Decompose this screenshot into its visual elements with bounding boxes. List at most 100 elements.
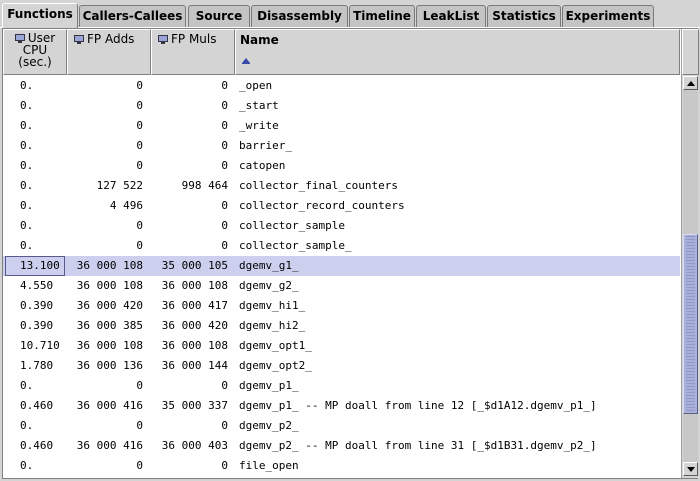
table-row[interactable]: 0.390 36 000 420 36 000 417 dgemv_hi1_ — [3, 296, 680, 316]
table-row[interactable]: 0. 0 0 dgemv_p2_ — [3, 416, 680, 436]
column-header-user-cpu[interactable]: User CPU (sec.) — [3, 29, 67, 75]
table-row[interactable]: 0.460 36 000 416 35 000 337 dgemv_p1_ -- MP… — [3, 396, 680, 416]
table-row[interactable]: 0. 4 496 0 collector_record_counters — [3, 196, 680, 216]
fp-adds-cell: 36 000 416 — [76, 399, 143, 412]
fp-adds-cell: 0 — [136, 419, 143, 432]
scroll-down-button[interactable] — [683, 462, 698, 476]
counter-metric-icon — [158, 35, 168, 44]
user-cpu-header-text: User CPU (sec.) — [8, 32, 62, 68]
table-row[interactable]: 0. 127 522 998 464 collector_final_counters — [3, 176, 680, 196]
function-name-cell: dgemv_opt1_ — [239, 339, 312, 352]
fp-muls-cell: 0 — [221, 119, 228, 132]
user-cpu-cell: 0.460 — [20, 439, 54, 452]
user-cpu-cell: 0. — [20, 159, 34, 172]
name-header-label: Name — [240, 33, 279, 47]
user-cpu-cell: 13.100 — [20, 259, 60, 272]
scroll-thumb[interactable] — [683, 234, 698, 414]
user-cpu-cell: 0. — [20, 179, 34, 192]
table-row[interactable]: 0. 0 0 _write — [3, 116, 680, 136]
fp-adds-header-label: FP Adds — [87, 32, 135, 46]
fp-muls-cell: 0 — [221, 459, 228, 472]
fp-muls-cell: 0 — [221, 199, 228, 212]
table-row[interactable]: 13.100 36 000 108 35 000 105 dgemv_g1_ — [3, 256, 680, 276]
clock-metric-icon — [14, 34, 25, 43]
function-name-cell: dgemv_hi2_ — [239, 319, 306, 332]
function-name-cell: barrier_ — [239, 139, 292, 152]
fp-adds-cell: 0 — [136, 159, 143, 172]
fp-muls-cell: 35 000 337 — [161, 399, 228, 412]
user-cpu-cell: 0. — [20, 199, 34, 212]
table-row[interactable]: 0.460 36 000 416 36 000 403 dgemv_p2_ -- MP… — [3, 436, 680, 456]
tab-bar: Functions Callers-Callees Source Disassembl… — [0, 0, 700, 28]
scroll-up-button[interactable] — [683, 76, 698, 90]
function-name-cell: file_open — [239, 459, 299, 472]
arrow-up-icon — [687, 81, 695, 86]
tab-source[interactable]: Source — [188, 5, 250, 27]
fp-adds-cell: 0 — [136, 239, 143, 252]
table-header: User CPU (sec.) FP Adds FP Muls Name — [3, 29, 680, 75]
user-cpu-cell: 0. — [20, 419, 34, 432]
function-name-cell: _start — [239, 99, 279, 112]
table-row[interactable]: 10.710 36 000 108 36 000 108 dgemv_opt1_ — [3, 336, 680, 356]
fp-muls-cell: 0 — [221, 379, 228, 392]
fp-adds-cell: 36 000 420 — [76, 299, 143, 312]
fp-adds-cell: 0 — [136, 219, 143, 232]
fp-muls-header-label: FP Muls — [171, 32, 217, 46]
fp-adds-cell: 0 — [136, 79, 143, 92]
tab-functions[interactable]: Functions — [2, 3, 78, 28]
function-name-cell: collector_record_counters — [239, 199, 405, 212]
user-cpu-cell: 0.390 — [20, 299, 54, 312]
user-cpu-cell: 0. — [20, 459, 34, 472]
column-header-name[interactable]: Name — [235, 29, 680, 75]
tab-leaklist[interactable]: LeakList — [416, 5, 486, 27]
fp-muls-cell: 36 000 108 — [161, 339, 228, 352]
functions-panel: User CPU (sec.) FP Adds FP Muls Name 0. 0… — [2, 28, 699, 479]
function-name-cell: collector_sample_ — [239, 239, 352, 252]
fp-adds-cell: 127 522 — [96, 179, 143, 192]
table-row[interactable]: 0. 0 0 _start — [3, 96, 680, 116]
fp-muls-cell: 36 000 417 — [161, 299, 228, 312]
user-cpu-cell: 10.710 — [20, 339, 60, 352]
fp-adds-cell: 36 000 385 — [76, 319, 143, 332]
arrow-down-icon — [687, 467, 695, 472]
user-cpu-cell: 0. — [20, 79, 34, 92]
table-row[interactable]: 0. 0 0 collector_sample — [3, 216, 680, 236]
fp-muls-cell: 0 — [221, 419, 228, 432]
sort-ascending-icon — [242, 58, 250, 64]
tab-experiments[interactable]: Experiments — [562, 5, 654, 27]
fp-muls-cell: 0 — [221, 239, 228, 252]
table-row[interactable]: 0. 0 0 file_open — [3, 456, 680, 476]
function-name-cell: dgemv_p1_ — [239, 379, 299, 392]
table-row[interactable]: 1.780 36 000 136 36 000 144 dgemv_opt2_ — [3, 356, 680, 376]
column-header-fp-muls[interactable]: FP Muls — [151, 29, 235, 75]
counter-metric-icon — [74, 35, 84, 44]
table-row[interactable]: 0. 0 0 collector_sample_ — [3, 236, 680, 256]
table-row[interactable]: 0.390 36 000 385 36 000 420 dgemv_hi2_ — [3, 316, 680, 336]
function-name-cell: dgemv_p2_ — [239, 419, 299, 432]
fp-adds-cell: 36 000 416 — [76, 439, 143, 452]
fp-adds-cell: 0 — [136, 379, 143, 392]
table-row[interactable]: 0. 0 0 dgemv_p1_ — [3, 376, 680, 396]
function-name-cell: collector_final_counters — [239, 179, 398, 192]
tab-callers-callees[interactable]: Callers-Callees — [79, 5, 186, 27]
scroll-thumb-grip — [686, 235, 695, 413]
table-row[interactable]: 0. 0 0 barrier_ — [3, 136, 680, 156]
user-cpu-cell: 0.460 — [20, 399, 54, 412]
fp-muls-cell: 0 — [221, 219, 228, 232]
user-cpu-cell: 0.390 — [20, 319, 54, 332]
vertical-scrollbar[interactable] — [681, 29, 699, 478]
table-row[interactable]: 4.550 36 000 108 36 000 108 dgemv_g2_ — [3, 276, 680, 296]
user-cpu-cell: 1.780 — [20, 359, 54, 372]
function-name-cell: _write — [239, 119, 279, 132]
header-corner — [682, 29, 699, 75]
fp-adds-cell: 0 — [136, 99, 143, 112]
tab-timeline[interactable]: Timeline — [349, 5, 415, 27]
tab-statistics[interactable]: Statistics — [487, 5, 561, 27]
functions-table: 0. 0 0 _open 0. 0 0 _start 0. 0 0 _write 0. 0 0 barrier… — [3, 75, 680, 478]
column-header-fp-adds[interactable]: FP Adds — [67, 29, 151, 75]
table-row[interactable]: 0. 0 0 _open — [3, 76, 680, 96]
tab-disassembly[interactable]: Disassembly — [251, 5, 348, 27]
table-row[interactable]: 0. 0 0 catopen — [3, 156, 680, 176]
fp-muls-cell: 0 — [221, 99, 228, 112]
user-cpu-header-unit: (sec.) — [18, 55, 52, 69]
